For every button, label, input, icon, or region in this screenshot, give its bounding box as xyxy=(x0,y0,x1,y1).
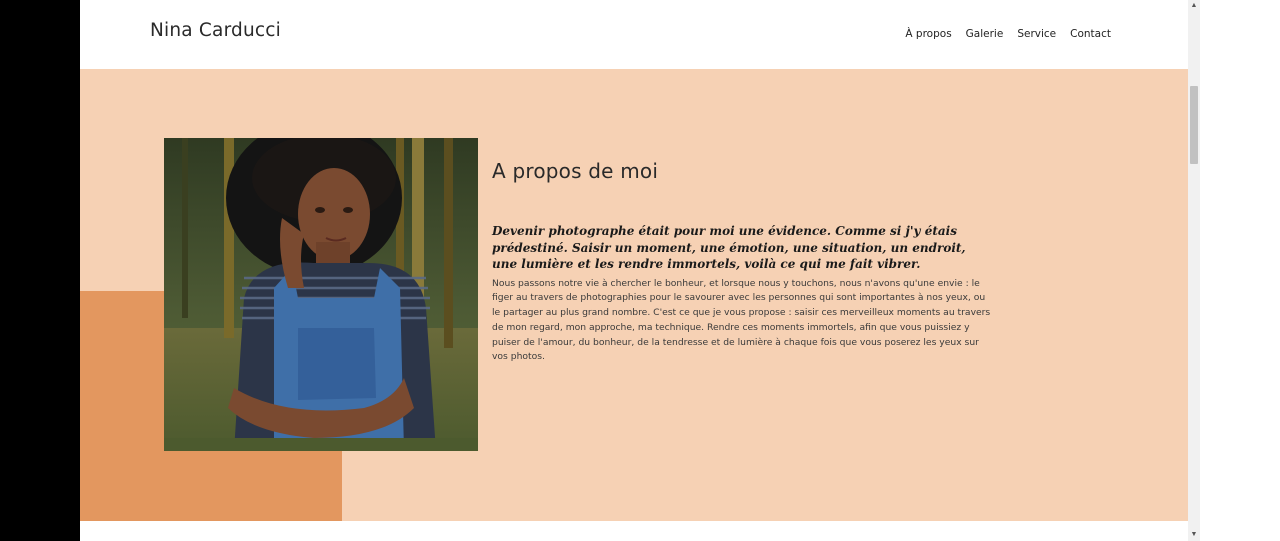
left-black-strip xyxy=(0,0,80,541)
site-header: Nina Carducci À propos Galerie Service C… xyxy=(80,0,1188,69)
nav-item-contact[interactable]: Contact xyxy=(1070,28,1111,40)
about-section: A propos de moi Devenir photographe étai… xyxy=(80,69,1188,521)
site-brand[interactable]: Nina Carducci xyxy=(150,20,281,41)
next-section-edge xyxy=(80,521,1188,541)
about-quote: Devenir photographe était pour moi une é… xyxy=(492,224,966,271)
vertical-scrollbar[interactable]: ▲ ▼ xyxy=(1188,0,1200,541)
about-body: Nous passons notre vie à chercher le bon… xyxy=(492,277,991,363)
nav-item-a-propos[interactable]: À propos xyxy=(905,28,951,40)
scroll-down-icon[interactable]: ▼ xyxy=(1188,529,1200,541)
scroll-up-icon[interactable]: ▲ xyxy=(1188,0,1200,12)
portrait-photo xyxy=(164,138,478,451)
main-nav: À propos Galerie Service Contact xyxy=(905,28,1111,40)
portrait-illustration xyxy=(164,138,478,451)
about-text: A propos de moi Devenir photographe étai… xyxy=(492,159,992,365)
right-margin xyxy=(1200,0,1280,541)
page: Nina Carducci À propos Galerie Service C… xyxy=(80,0,1188,541)
about-title: A propos de moi xyxy=(492,159,659,183)
nav-item-service[interactable]: Service xyxy=(1017,28,1056,40)
scroll-thumb[interactable] xyxy=(1190,86,1198,164)
nav-item-galerie[interactable]: Galerie xyxy=(966,28,1004,40)
